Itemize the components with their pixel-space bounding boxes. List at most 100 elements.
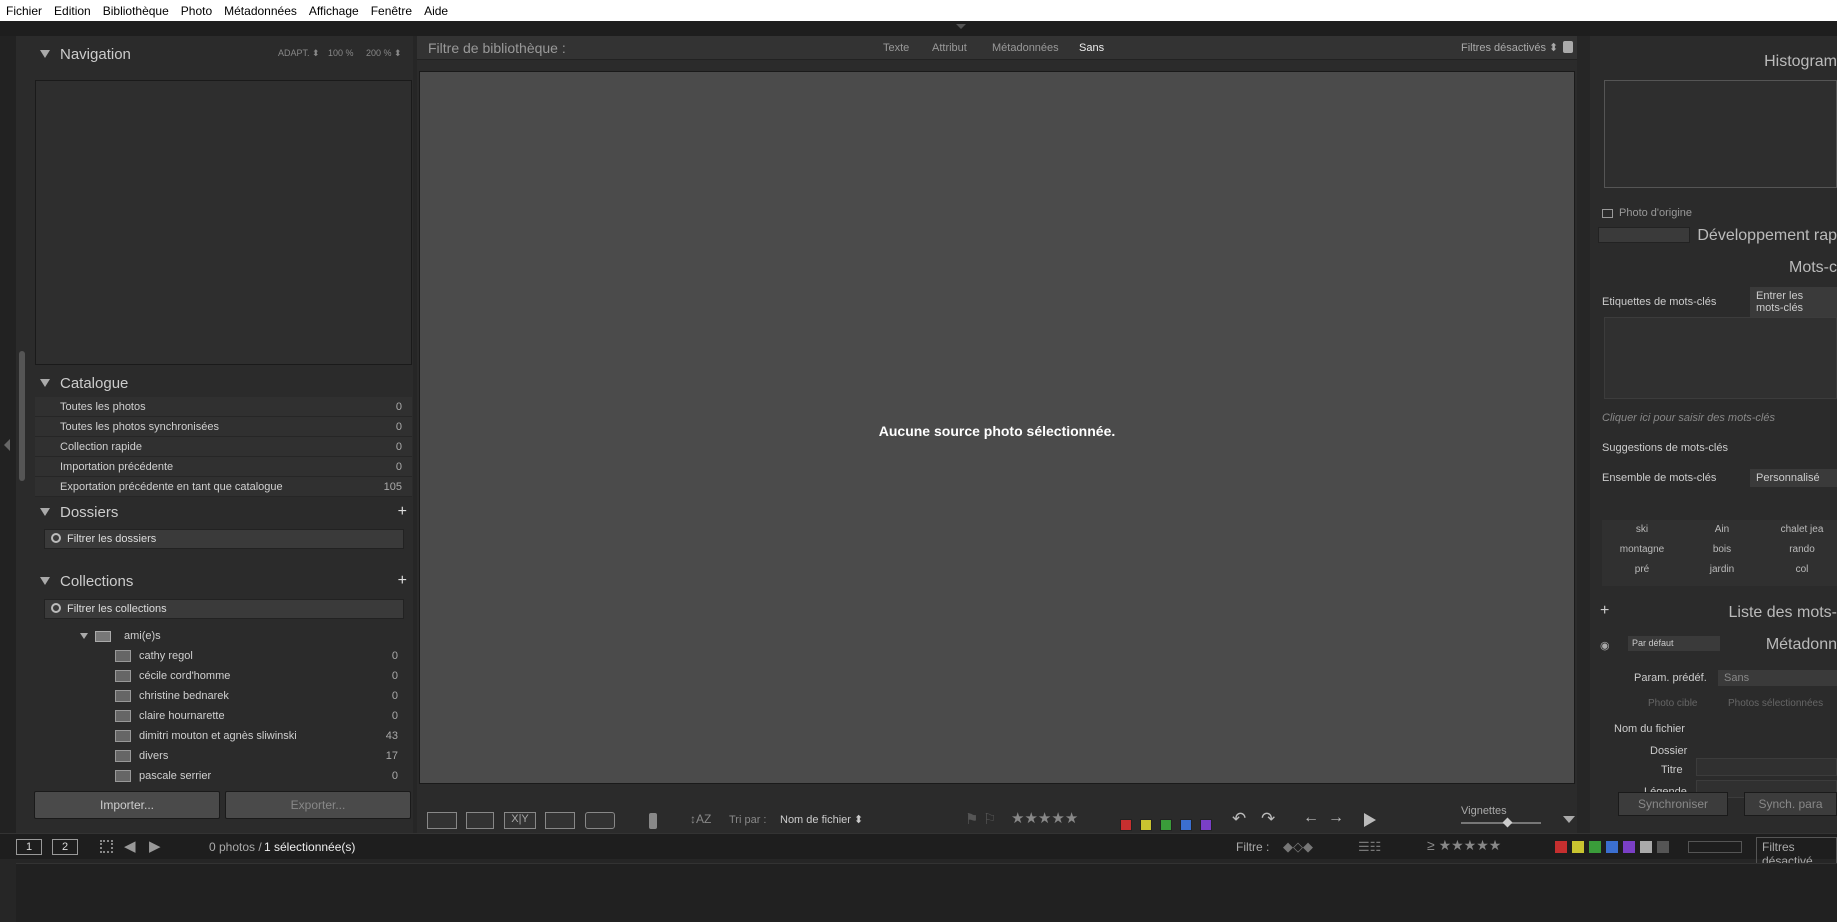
keyword-cell[interactable]: col bbox=[1762, 564, 1837, 575]
star-rating[interactable]: ★★★★★ bbox=[1011, 809, 1078, 827]
collection-item[interactable]: dimitri mouton et agnès sliwinski 43 bbox=[35, 726, 412, 746]
menu-metadonnees[interactable]: Métadonnées bbox=[218, 4, 303, 18]
left-panel-scrollbar[interactable] bbox=[19, 351, 25, 481]
collection-item[interactable]: claire hournarette 0 bbox=[35, 706, 412, 726]
chevron-down-icon[interactable] bbox=[1563, 816, 1575, 823]
filter-tab-none[interactable]: Sans bbox=[1079, 42, 1104, 54]
keyword-cell[interactable]: chalet jea bbox=[1762, 524, 1837, 535]
people-view-icon[interactable] bbox=[585, 812, 615, 829]
menu-bibliotheque[interactable]: Bibliothèque bbox=[97, 4, 175, 18]
kind-filter-icons[interactable] bbox=[1688, 841, 1742, 853]
navigation-header[interactable]: Navigation bbox=[34, 42, 131, 66]
star-icon[interactable]: ★ bbox=[1038, 810, 1051, 827]
reject-flag-icon[interactable]: ⚐ bbox=[983, 810, 996, 828]
metadata-preset-dropdown[interactable]: Par défaut bbox=[1628, 636, 1720, 651]
target-photo-tab[interactable]: Photo cible bbox=[1648, 698, 1697, 709]
compare-view-icon[interactable]: X|Y bbox=[504, 812, 536, 829]
keywords-hint[interactable]: Cliquer ici pour saisir des mots-clés bbox=[1602, 405, 1837, 431]
grid-icon[interactable] bbox=[100, 840, 113, 853]
sync-button[interactable]: Synchroniser bbox=[1618, 792, 1728, 816]
filter-state-dropdown[interactable]: Filtres désactivés ⬍ bbox=[1461, 41, 1558, 54]
thumbnail-size-slider[interactable] bbox=[1461, 822, 1541, 824]
forward-arrow-icon[interactable]: ▶ bbox=[149, 837, 161, 855]
nav-200-option[interactable]: 200 % ⬍ bbox=[366, 48, 402, 59]
spray-can-icon[interactable] bbox=[649, 813, 657, 829]
menu-affichage[interactable]: Affichage bbox=[303, 4, 365, 18]
collections-filter-input[interactable]: Filtrer les collections bbox=[44, 599, 404, 619]
next-arrow-icon[interactable]: → bbox=[1328, 809, 1344, 827]
folders-filter-input[interactable]: Filtrer les dossiers bbox=[44, 529, 404, 549]
top-panel-toggle[interactable] bbox=[0, 21, 1837, 36]
eye-icon[interactable]: ◉ bbox=[1600, 639, 1610, 652]
add-folder-icon[interactable]: + bbox=[398, 503, 407, 521]
star-icon[interactable]: ★ bbox=[1051, 810, 1064, 827]
menu-aide[interactable]: Aide bbox=[418, 4, 454, 18]
keyword-cell[interactable]: pré bbox=[1602, 564, 1682, 575]
original-photo-toggle[interactable]: Photo d'origine bbox=[1602, 200, 1837, 226]
window-2-button[interactable]: 2 bbox=[52, 839, 78, 855]
nav-fit-option[interactable]: ADAPT. ⬍ bbox=[278, 48, 320, 59]
color-filter-purple[interactable] bbox=[1623, 841, 1635, 853]
sync-settings-button[interactable]: Synch. para bbox=[1744, 792, 1837, 816]
back-arrow-icon[interactable]: ◀ bbox=[124, 837, 136, 855]
catalogue-item[interactable]: Importation précédente 0 bbox=[35, 457, 412, 477]
metadata-header[interactable]: Métadonn bbox=[1766, 633, 1837, 657]
title-field[interactable] bbox=[1696, 758, 1837, 776]
nav-100-option[interactable]: 100 % bbox=[328, 48, 354, 58]
sort-dropdown[interactable]: Nom de fichier ⬍ bbox=[780, 813, 863, 826]
collections-header[interactable]: Collections + bbox=[34, 569, 413, 593]
previous-arrow-icon[interactable]: ← bbox=[1303, 809, 1319, 827]
menu-fichier[interactable]: Fichier bbox=[0, 4, 48, 18]
star-icon[interactable]: ★ bbox=[1024, 810, 1037, 827]
filmstrip[interactable] bbox=[16, 863, 1837, 922]
star-icon[interactable]: ★ bbox=[1065, 810, 1078, 827]
color-filter-red[interactable] bbox=[1555, 841, 1567, 853]
filter-tab-text[interactable]: Texte bbox=[883, 42, 909, 54]
navigator-preview[interactable] bbox=[35, 80, 412, 365]
lock-icon[interactable] bbox=[1563, 41, 1573, 53]
color-filter-green[interactable] bbox=[1589, 841, 1601, 853]
filter-tab-attribute[interactable]: Attribut bbox=[932, 42, 967, 54]
catalogue-item[interactable]: Toutes les photos 0 bbox=[35, 397, 412, 417]
collection-item[interactable]: divers 17 bbox=[35, 746, 412, 766]
color-label-purple[interactable] bbox=[1200, 819, 1212, 831]
keyword-cell[interactable]: jardin bbox=[1682, 564, 1762, 575]
keywords-header[interactable]: Mots-c bbox=[1789, 256, 1837, 280]
selected-photos-tab[interactable]: Photos sélectionnées bbox=[1728, 698, 1823, 709]
collection-item[interactable]: pascale serrier 0 bbox=[35, 766, 412, 786]
filter-tab-metadata[interactable]: Métadonnées bbox=[992, 42, 1059, 54]
star-icon[interactable]: ★ bbox=[1011, 810, 1024, 827]
keyword-list-header[interactable]: Liste des mots- bbox=[1729, 601, 1837, 625]
color-filter-yellow[interactable] bbox=[1572, 841, 1584, 853]
keyword-cell[interactable]: rando bbox=[1762, 544, 1837, 555]
add-collection-icon[interactable]: + bbox=[398, 572, 407, 590]
grid-view-icon[interactable] bbox=[427, 812, 457, 829]
color-filter-none[interactable] bbox=[1657, 841, 1669, 853]
keyword-cell[interactable]: ski bbox=[1602, 524, 1682, 535]
window-1-button[interactable]: 1 bbox=[16, 839, 42, 855]
dossiers-header[interactable]: Dossiers + bbox=[34, 500, 413, 524]
collection-item[interactable]: christine bednarek 0 bbox=[35, 686, 412, 706]
flag-filter-icons[interactable]: ◆◇◆ bbox=[1283, 839, 1313, 855]
add-keyword-icon[interactable]: + bbox=[1600, 602, 1609, 620]
sort-direction-icon[interactable]: ↕AZ bbox=[690, 812, 711, 826]
keyword-set-dropdown[interactable]: Personnalisé bbox=[1750, 469, 1837, 487]
play-icon[interactable] bbox=[1364, 813, 1376, 827]
collection-item[interactable]: cécile cord'homme 0 bbox=[35, 666, 412, 686]
color-label-blue[interactable] bbox=[1180, 819, 1192, 831]
color-filter-blue[interactable] bbox=[1606, 841, 1618, 853]
color-label-red[interactable] bbox=[1120, 819, 1132, 831]
left-edge-toggle[interactable] bbox=[0, 36, 16, 833]
color-label-yellow[interactable] bbox=[1140, 819, 1152, 831]
param-preset-dropdown[interactable]: Sans bbox=[1718, 670, 1837, 686]
rating-filter-icons[interactable]: ≥ ★★★★★ bbox=[1427, 837, 1501, 854]
color-label-green[interactable] bbox=[1160, 819, 1172, 831]
export-button[interactable]: Exporter... bbox=[225, 791, 411, 819]
checkbox-icon[interactable] bbox=[1602, 208, 1613, 218]
menu-edition[interactable]: Edition bbox=[48, 4, 97, 18]
menu-fenetre[interactable]: Fenêtre bbox=[365, 4, 418, 18]
import-button[interactable]: Importer... bbox=[34, 791, 220, 819]
keyword-tags-dropdown[interactable]: Entrer les mots-clés bbox=[1750, 287, 1837, 317]
catalogue-header[interactable]: Catalogue bbox=[34, 371, 128, 395]
flag-icon[interactable]: ⚑ bbox=[965, 810, 978, 828]
